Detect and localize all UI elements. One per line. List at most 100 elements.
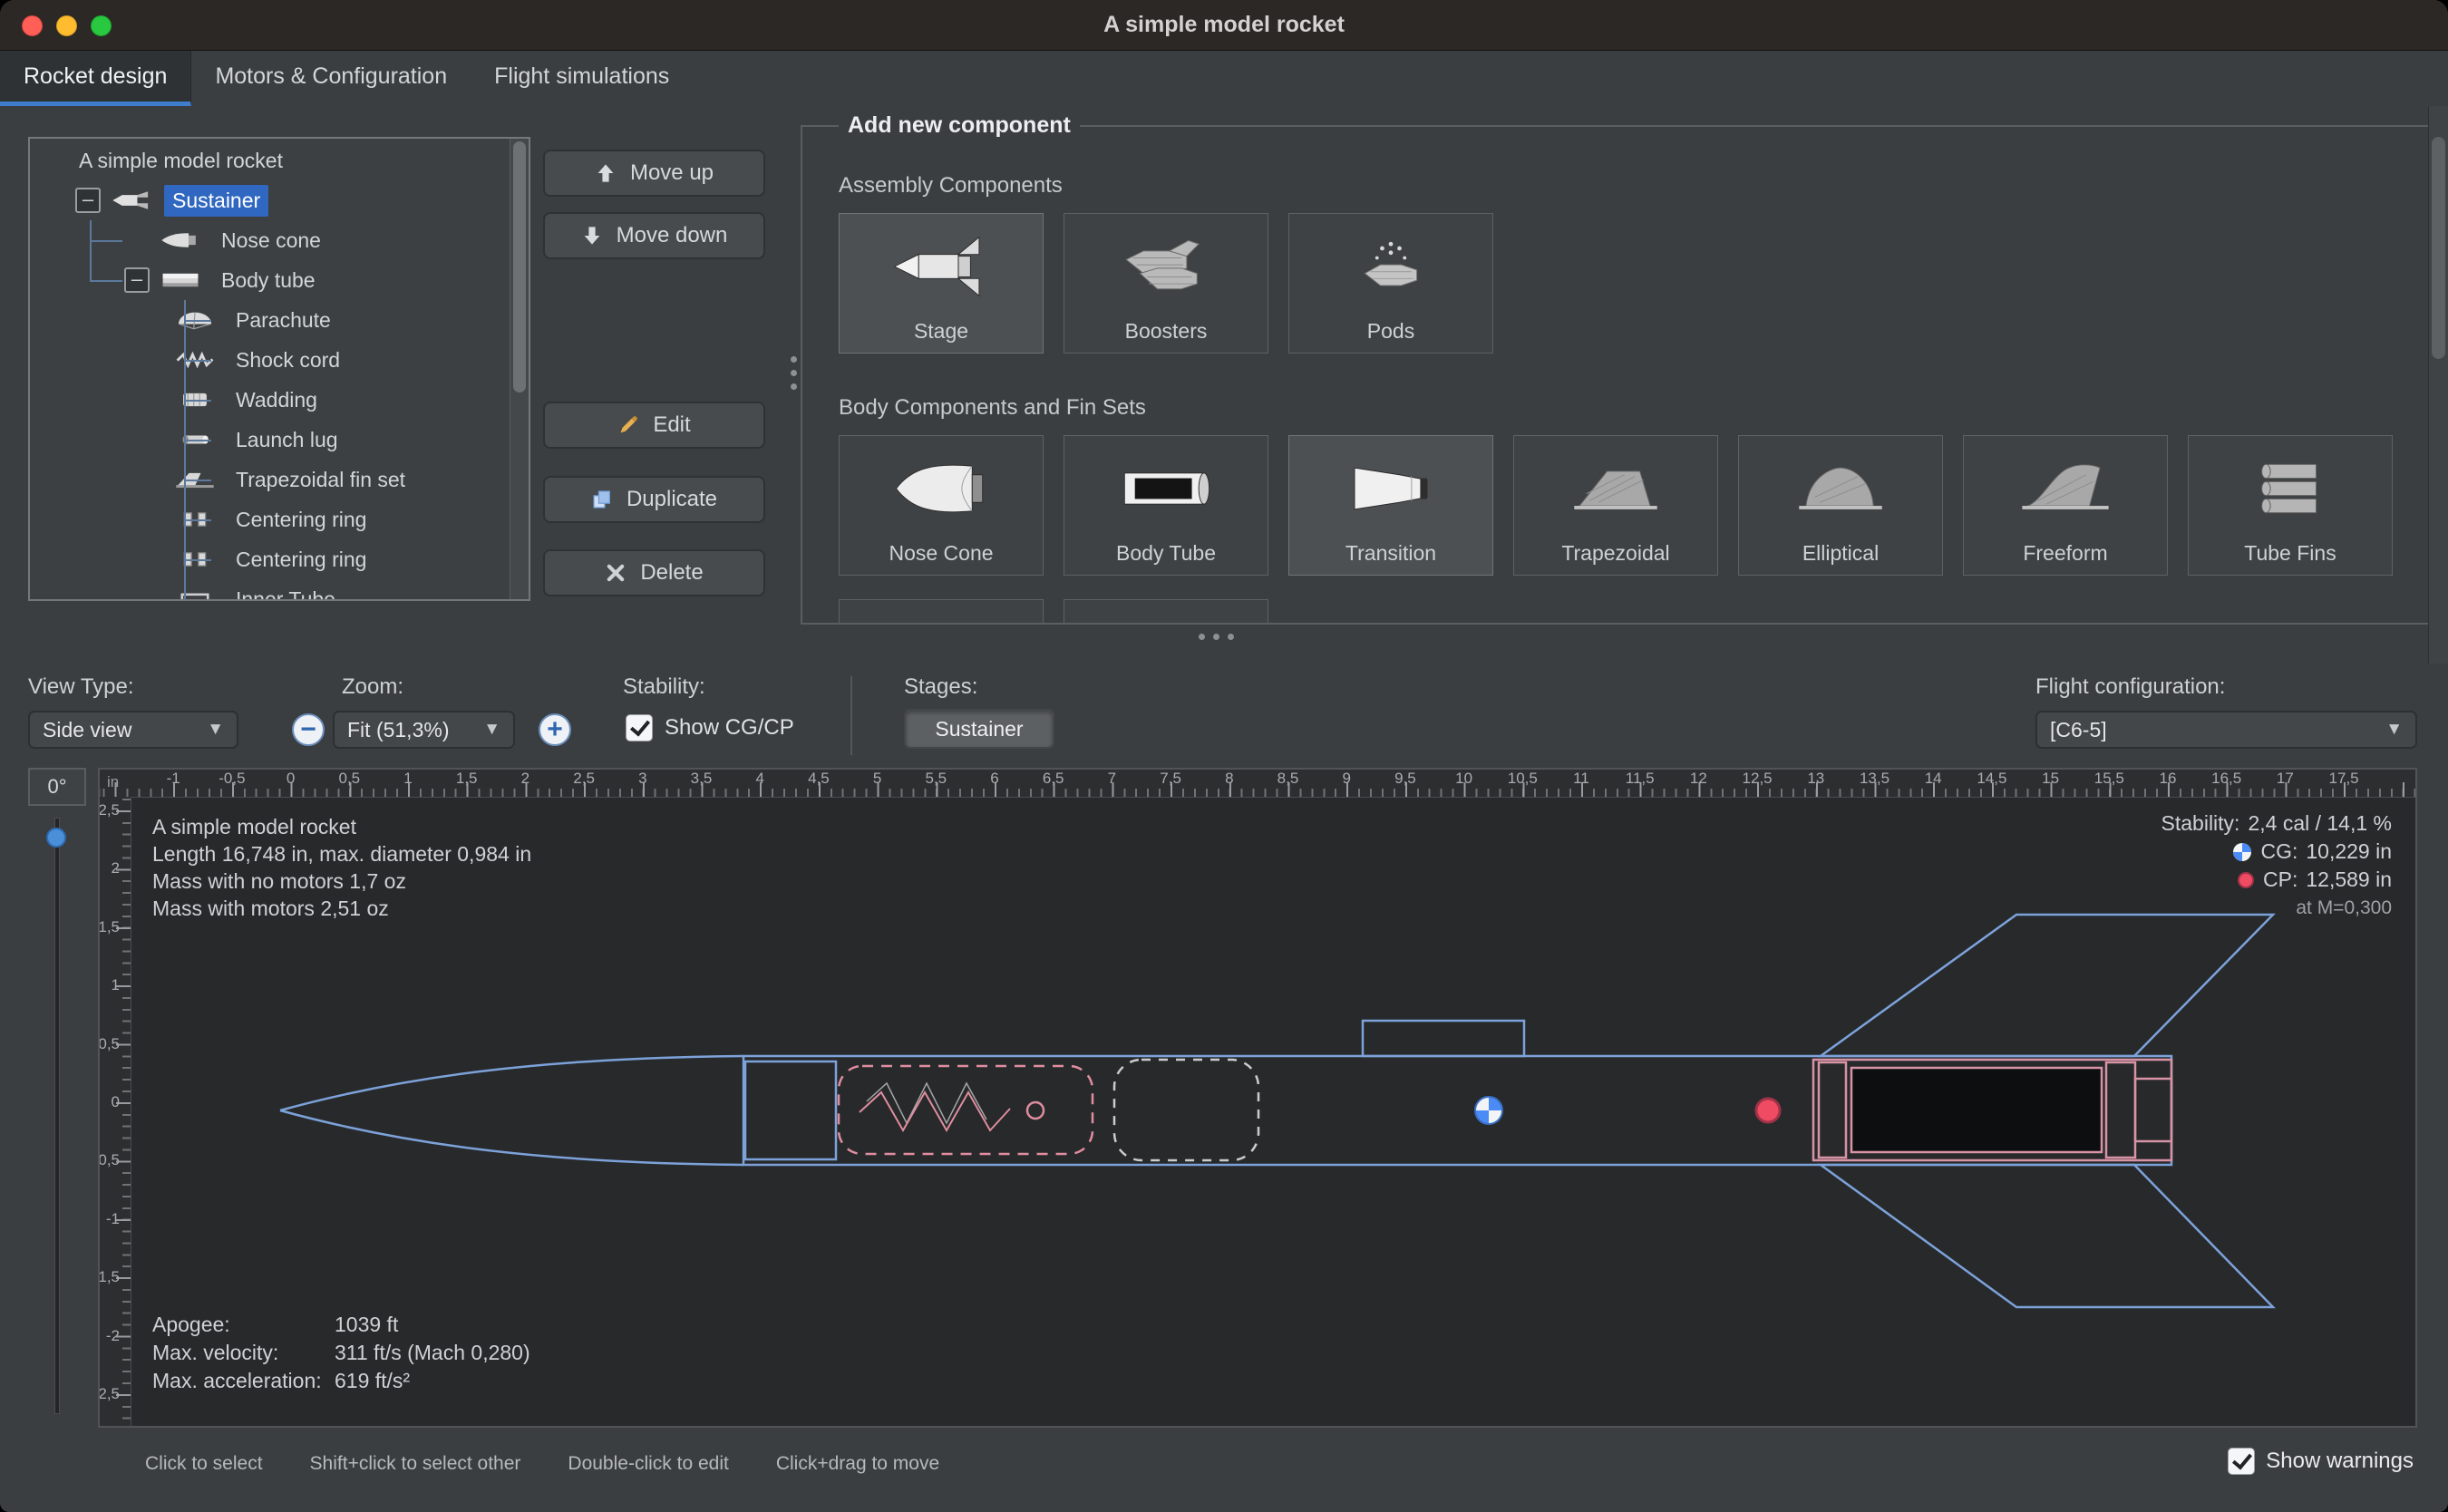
duplicate-button[interactable]: Duplicate (543, 476, 765, 523)
add-component-button-partial[interactable] (839, 599, 1044, 625)
tree-item-centering-ring[interactable]: Centering ring (30, 499, 510, 539)
zoom-out-button[interactable]: − (292, 713, 325, 746)
nose-shoulder-outline[interactable] (745, 1061, 836, 1159)
component-label: Trapezoidal (1561, 541, 1669, 566)
tree-item-label: Parachute (228, 305, 339, 336)
edit-label: Edit (653, 412, 690, 438)
add-trapezoidal-button[interactable]: Trapezoidal (1513, 435, 1718, 576)
tree-item-sustainer[interactable]: –Sustainer (30, 180, 510, 220)
tree-item-label: Centering ring (228, 504, 374, 536)
shock-cord-outline[interactable] (1114, 1060, 1258, 1160)
add-tube-fins-button[interactable]: Tube Fins (2188, 435, 2393, 576)
tree-item-parachute[interactable]: Parachute (30, 300, 510, 340)
rotation-slider-thumb[interactable] (46, 828, 66, 848)
fin-top-outline[interactable] (1821, 915, 2273, 1056)
tree-item-shock-cord[interactable]: Shock cord (30, 340, 510, 380)
collapse-icon[interactable]: – (75, 188, 101, 213)
add-pods-button[interactable]: Pods (1288, 213, 1493, 354)
stability-stat-label: Stability: (2161, 811, 2240, 836)
stability-row: Stability: 2,4 cal / 14,1 % (2161, 809, 2392, 838)
component-label: Pods (1367, 319, 1414, 344)
status-hints: Click to selectShift+click to select oth… (145, 1453, 939, 1475)
tree-item-a-simple-model-rocket[interactable]: A simple model rocket (30, 141, 510, 180)
body-tube-icon (160, 270, 204, 290)
add-body-tube-button[interactable]: Body Tube (1064, 435, 1268, 576)
vertical-splitter-handle[interactable] (791, 356, 797, 390)
add-elliptical-button[interactable]: Elliptical (1738, 435, 1943, 576)
add-nose-cone-button[interactable]: Nose Cone (839, 435, 1044, 576)
tree-item-wadding[interactable]: Wadding (30, 380, 510, 420)
ruler-label: -2,5 (98, 1385, 120, 1403)
panel-scrollbar[interactable] (2428, 106, 2448, 664)
ruler-label: 7,5 (1160, 770, 1181, 788)
stability-label: Stability: (623, 674, 705, 700)
tab-motors-configuration[interactable]: Motors & Configuration (191, 51, 471, 106)
ruler-label: -1,5 (98, 1268, 120, 1286)
component-label: Elliptical (1802, 541, 1879, 566)
rocket-canvas[interactable]: -1-0,500,511,522,533,544,555,566,577,588… (98, 768, 2417, 1428)
body-components-title: Body Components and Fin Sets (839, 395, 2393, 421)
tree-scrollbar[interactable] (510, 139, 529, 599)
view-type-select[interactable]: Side view ▼ (28, 711, 238, 749)
parachute-outline[interactable] (839, 1066, 1093, 1154)
flight-data-value: 619 ft/s² (335, 1369, 410, 1392)
assembly-components-title: Assembly Components (839, 173, 2393, 199)
stability-stats: Stability: 2,4 cal / 14,1 % CG: 10,229 i… (2161, 809, 2392, 922)
move-up-button[interactable]: Move up (543, 150, 765, 197)
nose-cone-outline[interactable] (280, 1056, 743, 1165)
launch-lug-outline[interactable] (1363, 1021, 1524, 1056)
tree-item-inner-tube[interactable]: Inner Tube (30, 579, 510, 601)
ruler-label: 3,5 (691, 770, 713, 788)
panel-scrollbar-thumb[interactable] (2432, 137, 2445, 359)
duplicate-icon (591, 489, 613, 510)
ruler-label: 4,5 (808, 770, 830, 788)
tree-item-launch-lug[interactable]: Launch lug (30, 420, 510, 460)
ruler-label: 5,5 (925, 770, 947, 788)
ruler-label: 1 (403, 770, 412, 788)
centering-ring-forward[interactable] (1819, 1062, 1846, 1158)
move-down-button[interactable]: Move down (543, 212, 765, 259)
collapse-icon[interactable]: – (124, 267, 150, 293)
zoom-select[interactable]: Fit (51,3%) ▼ (333, 711, 515, 749)
tree-item-label: Body tube (213, 265, 324, 296)
add-boosters-button[interactable]: Boosters (1064, 213, 1268, 354)
flight-config-select[interactable]: [C6-5] ▼ (2035, 711, 2417, 749)
arrow-up-icon (595, 162, 617, 184)
tree-item-trapezoidal-fin-set[interactable]: Trapezoidal fin set (30, 460, 510, 499)
tree-item-body-tube[interactable]: – Body tube (30, 260, 510, 300)
show-warnings-checkbox[interactable] (2228, 1448, 2255, 1475)
tab-flight-simulations[interactable]: Flight simulations (471, 51, 693, 106)
tree-item-label: Inner Tube (228, 584, 344, 602)
nose-cone-thumb (889, 436, 994, 541)
tree-item-centering-ring[interactable]: Centering ring (30, 539, 510, 579)
zoom-in-button[interactable]: + (539, 713, 571, 746)
tree-scrollbar-thumb[interactable] (513, 141, 526, 393)
component-tree[interactable]: A simple model rocket–SustainerNose cone… (28, 137, 530, 601)
motor-nozzle[interactable] (2135, 1079, 2171, 1141)
delete-button[interactable]: Delete (543, 549, 765, 596)
cg-marker (1475, 1097, 1502, 1124)
add-transition-button[interactable]: Transition (1288, 435, 1493, 576)
ruler-label: 3 (638, 770, 646, 788)
centering-ring-icon (175, 509, 219, 529)
motor[interactable] (1851, 1068, 2102, 1152)
show-cgcp-checkbox[interactable] (626, 714, 653, 741)
close-window-button[interactable] (22, 15, 43, 36)
cp-icon (2237, 871, 2255, 889)
show-cgcp-group: Show CG/CP (626, 714, 794, 741)
tree-item-nose-cone[interactable]: Nose cone (30, 220, 510, 260)
add-stage-button[interactable]: Stage (839, 213, 1044, 354)
stage-toggle-sustainer[interactable]: Sustainer (904, 709, 1054, 749)
zoom-window-button[interactable] (91, 15, 112, 36)
add-freeform-button[interactable]: Freeform (1963, 435, 2168, 576)
flight-config-label: Flight configuration: (2035, 674, 2225, 700)
tab-rocket-design[interactable]: Rocket design (0, 51, 191, 106)
edit-button[interactable]: Edit (543, 402, 765, 449)
rotation-slider[interactable] (54, 818, 60, 1414)
fin-bottom-outline[interactable] (1821, 1165, 2273, 1307)
centering-ring-aft[interactable] (2106, 1062, 2135, 1158)
component-label: Body Tube (1116, 541, 1216, 566)
minimize-window-button[interactable] (56, 15, 77, 36)
add-component-button-partial[interactable] (1064, 599, 1268, 625)
horizontal-splitter-handle[interactable] (1199, 634, 1234, 640)
